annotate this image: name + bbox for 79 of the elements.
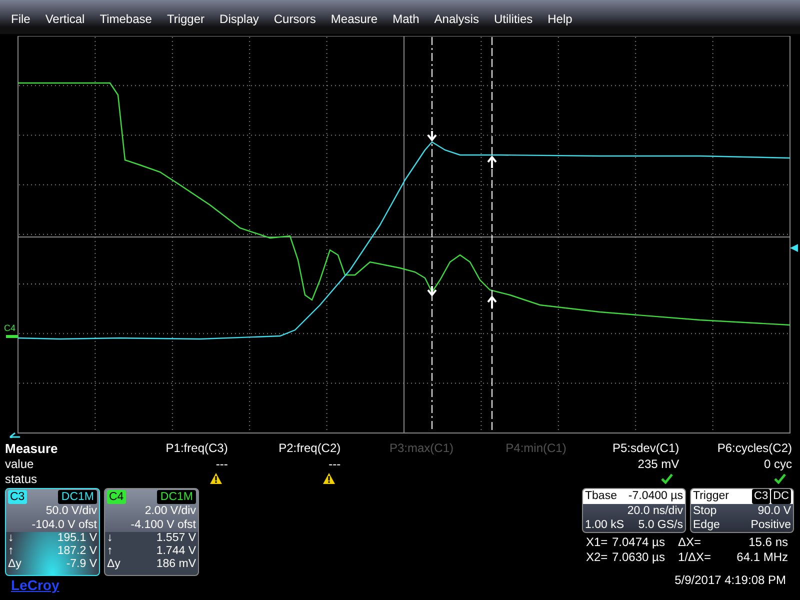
menu-item[interactable]: Display — [218, 8, 267, 26]
channel-name: C4 — [107, 490, 126, 504]
reading-value: 1.744 V — [156, 545, 196, 558]
channel-card[interactable]: C4 DC1M 2.00 V/div -4.100 V ofst ↓ 1.557 V ↑ 1.744 V Δy 186 mV — [104, 488, 199, 576]
parameter-label[interactable]: P1:freq(C3) — [166, 441, 228, 455]
menu-item[interactable]: Vertical — [44, 8, 93, 26]
vertical-scale: 2.00 V/div — [144, 504, 196, 518]
reading-symbol: ↓ — [8, 532, 14, 545]
trigger-mode: Stop — [693, 504, 717, 518]
trace-label: C4 — [4, 323, 16, 333]
parameter-value: 0 cyc — [764, 456, 792, 470]
coupling-badge: DC1M — [58, 490, 97, 504]
date-time: 5/9/2017 4:19:08 PM — [674, 573, 787, 587]
sample-rate: 5.0 GS/s — [638, 518, 683, 532]
cursor-value: 7.0474 µs — [612, 535, 666, 550]
reading-value: 187.2 V — [57, 545, 97, 558]
cursor-value: 7.0630 µs — [612, 550, 666, 565]
measure-title: Measure — [5, 440, 59, 456]
down-arrow-icon — [427, 285, 437, 297]
delta-label: ΔX= — [678, 535, 702, 550]
delta-value: 15.6 ns — [748, 535, 789, 550]
warning-icon — [322, 473, 335, 484]
parameter-value: --- — [216, 456, 228, 470]
menu-item[interactable]: Math — [392, 8, 428, 26]
cursor-label: X2= — [586, 550, 609, 565]
reading-value: 195.1 V — [57, 532, 97, 545]
channel-name: C3 — [8, 490, 27, 504]
reading-symbol: Δy — [8, 558, 22, 571]
trigger-coupling: DC — [771, 489, 791, 504]
menu-item[interactable]: Help — [546, 8, 580, 26]
row-label: status — [5, 472, 38, 486]
timebase-card[interactable]: Tbase -7.0400 µs 20.0 ns/div 1.00 kS 5.0 GS/s — [582, 488, 686, 533]
sample-count: 1.00 kS — [585, 518, 624, 532]
row-label: value — [5, 456, 35, 470]
trigger-level-marker-icon — [790, 244, 798, 252]
menu-item[interactable]: Measure — [330, 8, 386, 26]
coupling-badge: DC1M — [157, 490, 196, 504]
trigger-source: C3 — [752, 489, 770, 504]
channel-card[interactable]: C3 DC1M 50.0 V/div -104.0 V ofst ↓ 195.1 V ↑ 187.2 V Δy -7.9 V — [5, 488, 100, 576]
cursor-label: X1= — [586, 535, 609, 550]
trigger-slope: Positive — [750, 518, 791, 532]
channel-offset-marker — [6, 335, 18, 338]
vertical-offset: -104.0 V ofst — [32, 518, 97, 532]
checkmark-icon — [774, 473, 786, 484]
trigger-label: Trigger — [693, 489, 729, 504]
parameter-label[interactable]: P6:cycles(C2) — [717, 441, 792, 455]
trigger-card[interactable]: Trigger C3 DC Stop 90.0 V Edge Positive — [690, 488, 794, 533]
up-arrow-icon — [487, 295, 497, 309]
warning-icon — [210, 473, 222, 484]
up-arrow-icon — [487, 155, 497, 169]
left-arrow-icon — [9, 432, 21, 438]
menu-item[interactable]: File — [10, 8, 38, 26]
menu-item[interactable]: Analysis — [433, 8, 487, 26]
menu-item[interactable]: Utilities — [492, 8, 541, 26]
parameter-value: 235 mV — [638, 456, 680, 470]
parameter-label[interactable]: P5:sdev(C1) — [612, 441, 680, 455]
reading-value: -7.9 V — [66, 558, 97, 571]
reading-symbol: ↑ — [107, 545, 113, 558]
reading-symbol: ↓ — [107, 532, 113, 545]
parameter-label[interactable]: P2:freq(C2) — [278, 441, 341, 455]
time-scale: 20.0 ns/div — [627, 504, 683, 518]
reading-symbol: Δy — [107, 558, 120, 571]
menu-item[interactable]: Trigger — [166, 8, 213, 26]
timebase-label: Tbase — [585, 489, 617, 504]
reading-value: 1.557 V — [156, 532, 196, 545]
trigger-type: Edge — [693, 518, 720, 532]
trigger-level: 90.0 V — [758, 504, 791, 518]
reading-symbol: ↑ — [8, 545, 14, 558]
reading-value: 186 mV — [156, 558, 196, 571]
timebase-delay: -7.0400 µs — [628, 489, 683, 504]
menu-item[interactable]: Cursors — [272, 8, 324, 26]
menu-item[interactable]: Timebase — [98, 8, 160, 26]
vertical-scale: 50.0 V/div — [46, 504, 97, 518]
delta-value: 64.1 MHz — [736, 550, 789, 565]
down-arrow-icon — [427, 130, 437, 142]
parameter-value: --- — [328, 456, 341, 470]
checkmark-icon — [661, 473, 674, 484]
vertical-offset: -4.100 V ofst — [130, 518, 196, 532]
delta-label: 1/ΔX= — [678, 550, 712, 565]
